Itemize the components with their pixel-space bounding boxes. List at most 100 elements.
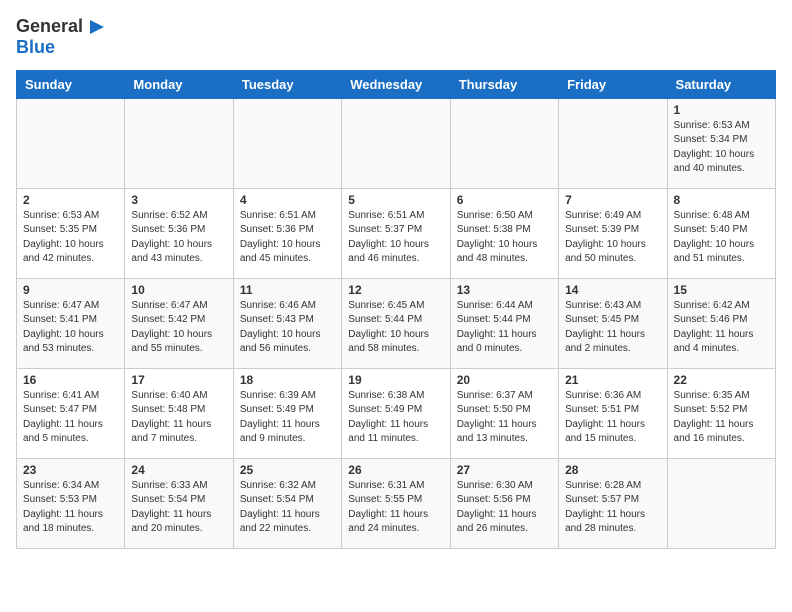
day-info: Sunrise: 6:40 AM Sunset: 5:48 PM Dayligh…: [131, 389, 226, 447]
weekday-header-saturday: Saturday: [667, 70, 775, 98]
logo: General Blue: [16, 16, 108, 58]
calendar-day-20: 20Sunrise: 6:37 AM Sunset: 5:50 PM Dayli…: [450, 368, 558, 458]
calendar-day-18: 18 Sunrise: 6:39 AM Sunset: 5:49 PM Dayli…: [233, 368, 341, 458]
weekday-header-row: SundayMondayTuesdayWednesdayThursdayFrid…: [17, 70, 776, 98]
empty-cell: [450, 98, 558, 188]
calendar-table: SundayMondayTuesdayWednesdayThursdayFrid…: [16, 70, 776, 549]
day-number: 22: [674, 373, 769, 387]
day-info: Sunrise: 6:39 AM Sunset: 5:49 PM Dayligh…: [240, 389, 335, 447]
day-number: 27: [457, 463, 552, 477]
day-number: 5: [348, 193, 443, 207]
day-info: Sunrise: 6:47 AM Sunset: 5:41 PM Dayligh…: [23, 299, 118, 357]
day-number: 19: [348, 373, 443, 387]
day-info: Sunrise: 6:51 AM Sunset: 5:37 PM Dayligh…: [348, 209, 443, 267]
logo-blue: Blue: [16, 38, 108, 58]
logo-general: General: [16, 17, 83, 37]
day-info: Sunrise: 6:41 AM Sunset: 5:47 PM Dayligh…: [23, 389, 118, 447]
calendar-day-21: 21 Sunrise: 6:36 AM Sunset: 5:51 PM Dayli…: [559, 368, 667, 458]
calendar-week-row: 2Sunrise: 6:53 AM Sunset: 5:35 PM Daylig…: [17, 188, 776, 278]
calendar-day-17: 17 Sunrise: 6:40 AM Sunset: 5:48 PM Dayli…: [125, 368, 233, 458]
calendar-day-15: 15 Sunrise: 6:42 AM Sunset: 5:46 PM Dayli…: [667, 278, 775, 368]
calendar-week-row: 16 Sunrise: 6:41 AM Sunset: 5:47 PM Dayli…: [17, 368, 776, 458]
day-info: Sunrise: 6:31 AM Sunset: 5:55 PM Dayligh…: [348, 479, 443, 537]
day-number: 4: [240, 193, 335, 207]
day-number: 20: [457, 373, 552, 387]
calendar-day-7: 7Sunrise: 6:49 AM Sunset: 5:39 PM Daylig…: [559, 188, 667, 278]
weekday-header-thursday: Thursday: [450, 70, 558, 98]
calendar-day-24: 24 Sunrise: 6:33 AM Sunset: 5:54 PM Dayli…: [125, 458, 233, 548]
calendar-week-row: 9 Sunrise: 6:47 AM Sunset: 5:41 PM Daylig…: [17, 278, 776, 368]
empty-cell: [667, 458, 775, 548]
day-number: 12: [348, 283, 443, 297]
day-info: Sunrise: 6:33 AM Sunset: 5:54 PM Dayligh…: [131, 479, 226, 537]
empty-cell: [17, 98, 125, 188]
calendar-day-27: 27 Sunrise: 6:30 AM Sunset: 5:56 PM Dayli…: [450, 458, 558, 548]
calendar-day-26: 26 Sunrise: 6:31 AM Sunset: 5:55 PM Dayli…: [342, 458, 450, 548]
weekday-header-friday: Friday: [559, 70, 667, 98]
day-info: Sunrise: 6:46 AM Sunset: 5:43 PM Dayligh…: [240, 299, 335, 357]
calendar-week-row: 1 Sunrise: 6:53 AM Sunset: 5:34 PM Daylig…: [17, 98, 776, 188]
day-number: 24: [131, 463, 226, 477]
page-header: General Blue: [16, 16, 776, 58]
calendar-day-23: 23 Sunrise: 6:34 AM Sunset: 5:53 PM Dayli…: [17, 458, 125, 548]
logo-arrow-icon: [86, 16, 108, 38]
weekday-header-sunday: Sunday: [17, 70, 125, 98]
day-number: 18: [240, 373, 335, 387]
calendar-day-11: 11 Sunrise: 6:46 AM Sunset: 5:43 PM Dayli…: [233, 278, 341, 368]
day-number: 23: [23, 463, 118, 477]
calendar-day-4: 4Sunrise: 6:51 AM Sunset: 5:36 PM Daylig…: [233, 188, 341, 278]
day-number: 13: [457, 283, 552, 297]
day-number: 6: [457, 193, 552, 207]
day-info: Sunrise: 6:30 AM Sunset: 5:56 PM Dayligh…: [457, 479, 552, 537]
day-number: 7: [565, 193, 660, 207]
empty-cell: [125, 98, 233, 188]
day-number: 26: [348, 463, 443, 477]
calendar-day-10: 10 Sunrise: 6:47 AM Sunset: 5:42 PM Dayli…: [125, 278, 233, 368]
calendar-day-28: 28 Sunrise: 6:28 AM Sunset: 5:57 PM Dayli…: [559, 458, 667, 548]
day-info: Sunrise: 6:38 AM Sunset: 5:49 PM Dayligh…: [348, 389, 443, 447]
day-number: 11: [240, 283, 335, 297]
calendar-day-3: 3Sunrise: 6:52 AM Sunset: 5:36 PM Daylig…: [125, 188, 233, 278]
day-info: Sunrise: 6:36 AM Sunset: 5:51 PM Dayligh…: [565, 389, 660, 447]
weekday-header-monday: Monday: [125, 70, 233, 98]
empty-cell: [342, 98, 450, 188]
calendar-day-22: 22Sunrise: 6:35 AM Sunset: 5:52 PM Dayli…: [667, 368, 775, 458]
calendar-day-9: 9 Sunrise: 6:47 AM Sunset: 5:41 PM Daylig…: [17, 278, 125, 368]
day-number: 9: [23, 283, 118, 297]
calendar-day-1: 1 Sunrise: 6:53 AM Sunset: 5:34 PM Daylig…: [667, 98, 775, 188]
calendar-day-25: 25 Sunrise: 6:32 AM Sunset: 5:54 PM Dayli…: [233, 458, 341, 548]
day-number: 10: [131, 283, 226, 297]
day-info: Sunrise: 6:45 AM Sunset: 5:44 PM Dayligh…: [348, 299, 443, 357]
logo-text: General Blue: [16, 16, 108, 58]
day-number: 8: [674, 193, 769, 207]
day-info: Sunrise: 6:53 AM Sunset: 5:35 PM Dayligh…: [23, 209, 118, 267]
weekday-header-tuesday: Tuesday: [233, 70, 341, 98]
day-info: Sunrise: 6:50 AM Sunset: 5:38 PM Dayligh…: [457, 209, 552, 267]
day-info: Sunrise: 6:44 AM Sunset: 5:44 PM Dayligh…: [457, 299, 552, 357]
day-info: Sunrise: 6:52 AM Sunset: 5:36 PM Dayligh…: [131, 209, 226, 267]
calendar-day-14: 14Sunrise: 6:43 AM Sunset: 5:45 PM Dayli…: [559, 278, 667, 368]
day-info: Sunrise: 6:48 AM Sunset: 5:40 PM Dayligh…: [674, 209, 769, 267]
day-info: Sunrise: 6:53 AM Sunset: 5:34 PM Dayligh…: [674, 119, 769, 177]
calendar-day-8: 8 Sunrise: 6:48 AM Sunset: 5:40 PM Daylig…: [667, 188, 775, 278]
day-number: 21: [565, 373, 660, 387]
day-info: Sunrise: 6:34 AM Sunset: 5:53 PM Dayligh…: [23, 479, 118, 537]
calendar-day-2: 2Sunrise: 6:53 AM Sunset: 5:35 PM Daylig…: [17, 188, 125, 278]
empty-cell: [559, 98, 667, 188]
calendar-week-row: 23 Sunrise: 6:34 AM Sunset: 5:53 PM Dayli…: [17, 458, 776, 548]
day-info: Sunrise: 6:32 AM Sunset: 5:54 PM Dayligh…: [240, 479, 335, 537]
calendar-day-19: 19 Sunrise: 6:38 AM Sunset: 5:49 PM Dayli…: [342, 368, 450, 458]
day-number: 15: [674, 283, 769, 297]
calendar-day-13: 13 Sunrise: 6:44 AM Sunset: 5:44 PM Dayli…: [450, 278, 558, 368]
day-number: 1: [674, 103, 769, 117]
day-number: 28: [565, 463, 660, 477]
calendar-day-16: 16 Sunrise: 6:41 AM Sunset: 5:47 PM Dayli…: [17, 368, 125, 458]
empty-cell: [233, 98, 341, 188]
calendar-day-12: 12 Sunrise: 6:45 AM Sunset: 5:44 PM Dayli…: [342, 278, 450, 368]
day-info: Sunrise: 6:47 AM Sunset: 5:42 PM Dayligh…: [131, 299, 226, 357]
day-number: 25: [240, 463, 335, 477]
day-info: Sunrise: 6:28 AM Sunset: 5:57 PM Dayligh…: [565, 479, 660, 537]
day-number: 16: [23, 373, 118, 387]
day-info: Sunrise: 6:42 AM Sunset: 5:46 PM Dayligh…: [674, 299, 769, 357]
day-number: 17: [131, 373, 226, 387]
